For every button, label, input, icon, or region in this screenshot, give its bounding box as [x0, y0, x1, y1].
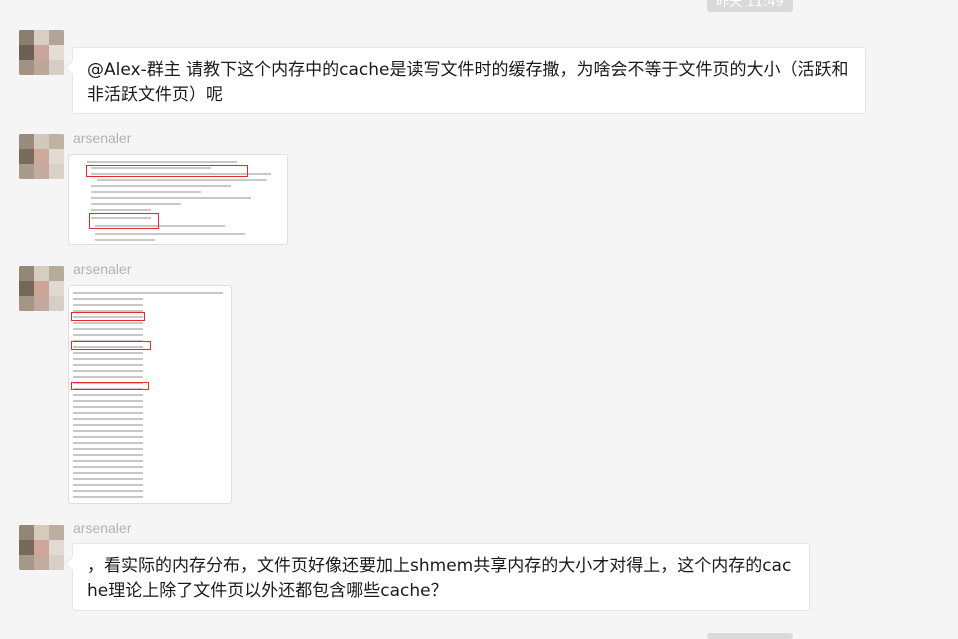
- avatar[interactable]: [19, 266, 64, 311]
- highlight-box: [71, 382, 149, 390]
- image-message[interactable]: [68, 154, 288, 245]
- highlight-box: [86, 165, 248, 177]
- message-bubble[interactable]: @Alex-群主 请教下这个内存中的cache是读写文件时的缓存撒，为啥会不等于…: [72, 47, 866, 114]
- message-text: ，看实际的内存分布，文件页好像还要加上shmem共享内存的大小才对得上，这个内存…: [87, 556, 792, 601]
- sender-name: arsenaler: [73, 520, 132, 536]
- time-stamp: 昨天 11:49: [707, 0, 793, 12]
- image-message[interactable]: [68, 285, 232, 504]
- highlight-box: [89, 213, 159, 229]
- sender-name: arsenaler: [73, 130, 132, 146]
- sender-name: arsenaler: [73, 261, 132, 277]
- time-stamp-partial: [707, 633, 793, 639]
- avatar[interactable]: [19, 525, 64, 570]
- avatar[interactable]: [19, 134, 64, 179]
- highlight-box: [71, 312, 145, 321]
- message-bubble[interactable]: ，看实际的内存分布，文件页好像还要加上shmem共享内存的大小才对得上，这个内存…: [72, 543, 810, 611]
- avatar[interactable]: [19, 30, 64, 75]
- highlight-box: [71, 341, 151, 350]
- message-text: @Alex-群主 请教下这个内存中的cache是读写文件时的缓存撒，为啥会不等于…: [87, 60, 849, 105]
